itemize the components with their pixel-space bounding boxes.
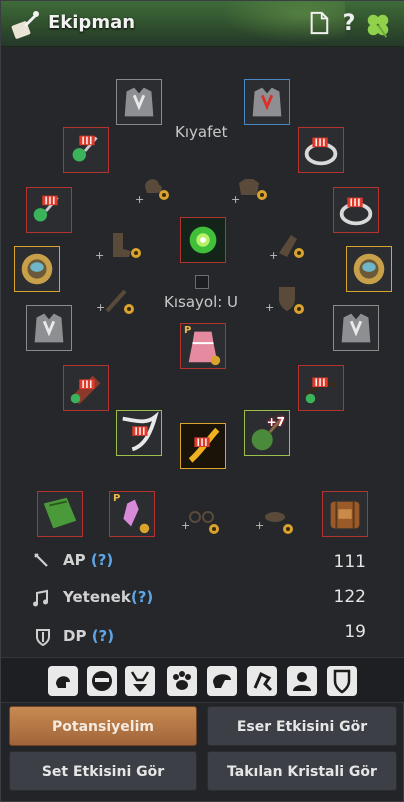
show-costume-checkbox[interactable] [195,275,209,289]
costume-outfit-slot[interactable] [244,79,290,125]
gloves-slot[interactable] [63,365,109,411]
earring-left-2-slot[interactable] [26,187,72,233]
skill-label: Yetenek(?) [63,588,154,606]
artifact-effect-button[interactable]: Eser Etkisini Gör [207,706,397,746]
armor-toggle-icon[interactable] [327,666,357,696]
add-mouth-accessory-icon: + [255,519,265,532]
clover-icon[interactable] [363,11,393,38]
potential-button[interactable]: Potansiyelim [9,706,197,746]
sub-weapon-slot[interactable]: +7 [244,410,290,456]
title-bar[interactable]: Ekipman ? [1,1,404,47]
outfit-label: Kıyafet [175,123,228,141]
skill-value: 122 [333,587,366,607]
equipped-crystal-button[interactable]: Takılan Kristali Gör [207,751,397,791]
dp-label: DP (?) [63,627,115,645]
alchemy-stone-slot[interactable] [180,217,226,263]
tool-book-slot[interactable] [37,491,83,537]
dp-value: 19 [344,622,366,642]
ring-right-2-slot[interactable] [333,187,379,233]
accessory-toggle-icon[interactable] [247,666,277,696]
shield-costume-empty-slot[interactable] [269,281,307,317]
add-boots-icon: + [95,249,105,262]
premium-marker-2: P [113,493,121,504]
helmet-toggle-icon[interactable] [48,666,78,696]
add-weapon-costume-icon: + [96,301,106,314]
visibility-toggle-bar [1,657,404,703]
equipment-window: Ekipman ? Kıyafet + + + + Kısayol: U + +… [0,0,404,802]
earring-left-slot[interactable] [63,127,109,173]
backpack-slot[interactable] [322,491,368,537]
paw-toggle-icon[interactable] [167,666,197,696]
belt-left-slot[interactable] [14,246,60,292]
add-hair-accessory-icon: + [135,193,145,206]
ap-value: 111 [333,552,366,572]
outfit-slot[interactable]: P [180,323,226,369]
equipment-icon [10,9,40,39]
skill-help-icon[interactable]: (?) [131,588,153,606]
dp-help-icon[interactable]: (?) [92,627,114,645]
add-eyewear-icon: + [181,519,191,532]
premium-marker: P [184,325,192,336]
costume-armor-slot[interactable] [116,79,162,125]
document-icon[interactable] [307,11,331,37]
body-armor-slot[interactable] [333,305,379,351]
underwear-toggle-icon[interactable] [125,666,155,696]
add-shield-costume-icon: + [265,301,275,314]
belt-right-slot[interactable] [346,246,392,292]
awakening-weapon-slot[interactable] [180,423,226,469]
set-effect-button[interactable]: Set Etkisini Gör [9,751,197,791]
shield-icon [33,627,53,647]
hair-toggle-icon[interactable] [207,666,237,696]
boots-costume-empty-slot[interactable] [105,227,143,263]
shortcut-label: Kısayol: U [164,293,239,311]
lifeskill-costume-slot[interactable]: P [109,491,155,537]
music-note-icon [31,588,51,608]
ap-label: AP (?) [63,551,114,569]
mask-toggle-icon[interactable] [87,666,117,696]
window-title: Ekipman [48,12,136,33]
main-weapon-slot[interactable] [116,410,162,456]
enhancement-level-badge: +7 [266,415,285,429]
help-icon[interactable]: ? [337,11,361,37]
ring-right-slot[interactable] [298,127,344,173]
add-top-accessory-icon: + [231,193,241,206]
helmet-slot[interactable] [26,305,72,351]
shoes-slot[interactable] [298,365,344,411]
ap-help-icon[interactable]: (?) [91,551,113,569]
add-gloves-icon: + [269,249,279,262]
silhouette-toggle-icon[interactable] [287,666,317,696]
sword-icon [31,550,51,570]
